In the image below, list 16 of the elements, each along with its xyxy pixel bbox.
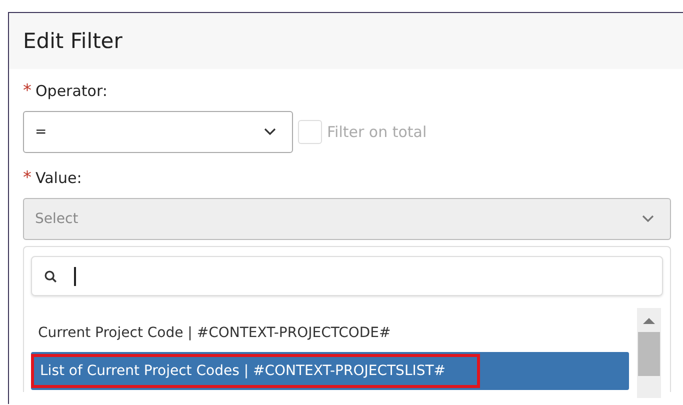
dialog-title: Edit Filter: [23, 29, 122, 53]
checkbox-label: Filter on total: [327, 123, 427, 141]
operator-select[interactable]: =: [23, 111, 293, 153]
dropdown-option[interactable]: List of Current Project Codes | #CONTEXT-PROJECTSLIST#: [31, 352, 629, 390]
field-label: Operator:: [36, 82, 108, 100]
scroll-thumb[interactable]: [638, 332, 660, 376]
scrollbar[interactable]: [637, 308, 661, 398]
search-icon: [44, 270, 57, 282]
field-label: Value:: [36, 169, 82, 187]
required-icon: *: [23, 168, 32, 188]
dropdown-option[interactable]: Current Project Code | #CONTEXT-PROJECTCODE#: [31, 314, 629, 352]
chevron-icon: [264, 128, 276, 136]
chevron-icon: [642, 215, 654, 223]
required-icon: *: [23, 81, 32, 101]
scroll-up-icon[interactable]: [643, 318, 655, 324]
filter-checkbox[interactable]: [298, 120, 322, 144]
